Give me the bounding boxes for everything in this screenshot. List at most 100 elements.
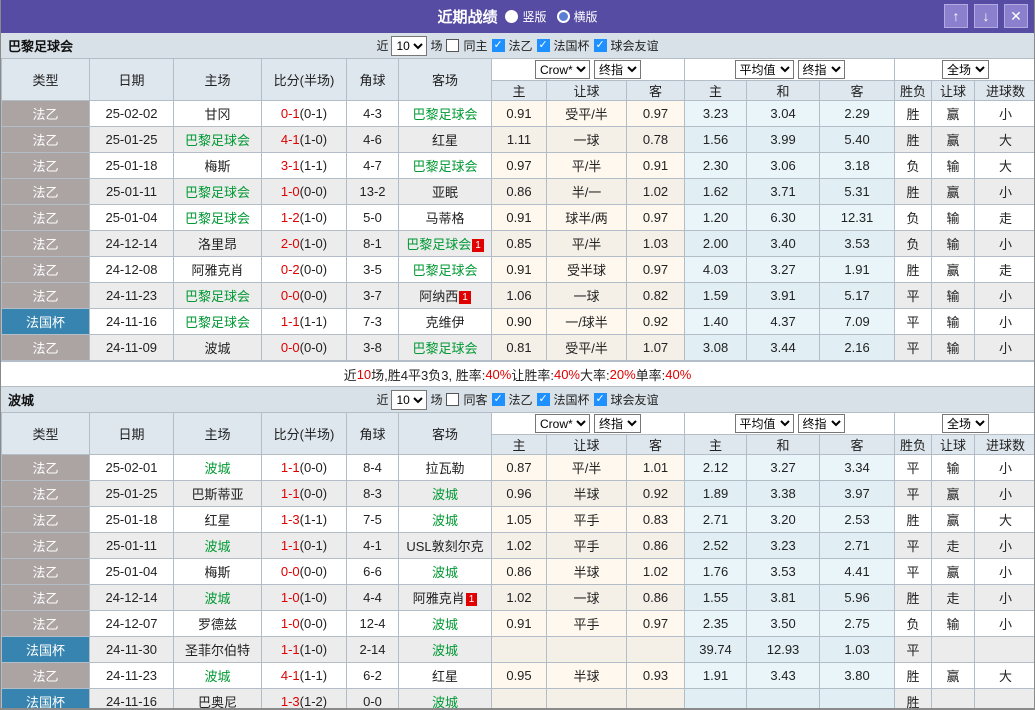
cell-handicap-odds	[547, 689, 627, 710]
odds-source-select[interactable]: Crow*	[535, 60, 590, 79]
cell-result: 大	[975, 153, 1035, 179]
cell-score: 1-0(0-0)	[262, 611, 347, 637]
cell-handicap-odds: 0.91	[492, 205, 547, 231]
cell-away-team: 波城	[399, 611, 492, 637]
match-row: 法国杯24-11-30圣菲尔伯特1-1(1-0)2-14波城39.7412.93…	[2, 637, 1035, 663]
match-row: 法乙25-01-18梅斯3-1(1-1)4-7巴黎足球会0.97平/半0.912…	[2, 153, 1035, 179]
cell-result	[975, 637, 1035, 663]
recent-count-select[interactable]: 10	[391, 36, 427, 56]
sub-column-header: 进球数	[975, 435, 1035, 455]
close-button[interactable]: ✕	[1004, 4, 1028, 28]
league-球会友谊-checkbox-checked[interactable]	[594, 39, 607, 52]
avg-source-select[interactable]: 平均值	[735, 60, 794, 79]
red-card-badge: 1	[466, 593, 478, 606]
sub-column-header: 胜负	[895, 81, 932, 101]
team-name: 波城	[8, 390, 34, 409]
cell-average-odds: 2.35	[685, 611, 747, 637]
league-filter-label: 法乙	[509, 37, 533, 54]
cell-handicap-odds: 0.86	[492, 179, 547, 205]
cell-home-team: 巴黎足球会	[174, 309, 262, 335]
summary-segment: 40%	[554, 367, 580, 382]
cell-handicap-odds: 0.91	[492, 611, 547, 637]
summary-segment: 近	[344, 365, 357, 384]
cell-score: 1-0(1-0)	[262, 585, 347, 611]
cell-away-team: USL敦刻尔克	[399, 533, 492, 559]
league-球会友谊-checkbox-checked[interactable]	[594, 393, 607, 406]
cell-competition: 法国杯	[2, 689, 90, 710]
sub-column-header: 客	[820, 81, 895, 101]
odds-dropdowns-cell: Crow*终指	[492, 59, 685, 81]
cell-average-odds: 2.29	[820, 101, 895, 127]
odds-source-select[interactable]: 终指	[594, 414, 641, 433]
cell-corners: 4-1	[347, 533, 399, 559]
avg-source-select[interactable]: 平均值	[735, 414, 794, 433]
cell-score: 1-2(1-0)	[262, 205, 347, 231]
radio-unselected-icon[interactable]	[557, 10, 570, 23]
cell-average-odds: 2.16	[820, 335, 895, 361]
odds-source-select[interactable]: 终指	[594, 60, 641, 79]
cell-handicap-odds: 受半球	[547, 257, 627, 283]
cell-date: 25-01-18	[90, 507, 174, 533]
cell-result: 胜	[895, 127, 932, 153]
cell-average-odds: 4.03	[685, 257, 747, 283]
cell-average-odds: 3.06	[747, 153, 820, 179]
same-venue-checkbox[interactable]	[446, 39, 459, 52]
cell-away-team: 波城	[399, 689, 492, 710]
cell-home-team: 圣菲尔伯特	[174, 637, 262, 663]
match-row: 法乙24-11-23波城4-1(1-1)6-2红星0.95半球0.931.913…	[2, 663, 1035, 689]
filter-near-label: 近	[376, 37, 388, 54]
league-filter-label: 球会友谊	[611, 391, 659, 408]
sub-column-header: 客	[627, 435, 685, 455]
cell-average-odds: 6.30	[747, 205, 820, 231]
league-法国杯-checkbox-checked[interactable]	[537, 393, 550, 406]
match-row: 法乙24-12-14洛里昂2-0(1-0)8-1巴黎足球会10.85平/半1.0…	[2, 231, 1035, 257]
league-法乙-checkbox-checked[interactable]	[492, 39, 505, 52]
horizontal-layout-radio[interactable]: 横版	[557, 8, 598, 25]
vertical-layout-radio[interactable]: 竖版	[505, 8, 546, 25]
scope-select[interactable]: 全场	[942, 414, 989, 433]
cell-average-odds: 3.43	[747, 663, 820, 689]
move-up-button[interactable]: ↑	[944, 4, 968, 28]
cell-result: 平	[895, 481, 932, 507]
cell-average-odds: 5.31	[820, 179, 895, 205]
avg-source-select[interactable]: 终指	[798, 414, 845, 433]
cell-average-odds	[685, 689, 747, 710]
league-法国杯-checkbox-checked[interactable]	[537, 39, 550, 52]
summary-segment: 20%	[610, 367, 636, 382]
cell-result: 大	[975, 127, 1035, 153]
titlebar-buttons: ↑ ↓ ✕	[944, 4, 1028, 28]
league-filter-label: 球会友谊	[611, 37, 659, 54]
cell-away-team: 巴黎足球会	[399, 257, 492, 283]
cell-home-team: 波城	[174, 585, 262, 611]
league-法乙-checkbox-checked[interactable]	[492, 393, 505, 406]
cell-result: 大	[975, 507, 1035, 533]
cell-average-odds: 3.08	[685, 335, 747, 361]
avg-source-select[interactable]: 终指	[798, 60, 845, 79]
cell-corners: 3-8	[347, 335, 399, 361]
odds-source-select[interactable]: Crow*	[535, 414, 590, 433]
cell-away-team: 亚眠	[399, 179, 492, 205]
cell-date: 24-11-23	[90, 283, 174, 309]
match-row: 法乙25-01-25巴斯蒂亚1-1(0-0)8-3波城0.96半球0.921.8…	[2, 481, 1035, 507]
cell-handicap-odds: 平手	[547, 533, 627, 559]
cell-away-team: 巴黎足球会	[399, 101, 492, 127]
same-venue-checkbox[interactable]	[446, 393, 459, 406]
radio-selected-icon[interactable]	[505, 10, 518, 23]
column-header: 日期	[90, 413, 174, 455]
cell-average-odds: 1.62	[685, 179, 747, 205]
summary-segment: 10	[357, 367, 371, 382]
cell-corners: 8-1	[347, 231, 399, 257]
cell-home-team: 波城	[174, 455, 262, 481]
results-table: 类型日期主场比分(半场)角球客场Crow*终指平均值终指全场主让球客主和客胜负让…	[1, 412, 1035, 710]
cell-result: 赢	[932, 663, 975, 689]
cell-date: 24-11-16	[90, 309, 174, 335]
recent-count-select[interactable]: 10	[391, 390, 427, 410]
cell-home-team: 梅斯	[174, 559, 262, 585]
move-down-button[interactable]: ↓	[974, 4, 998, 28]
cell-average-odds: 2.30	[685, 153, 747, 179]
cell-corners: 4-3	[347, 101, 399, 127]
scope-select[interactable]: 全场	[942, 60, 989, 79]
cell-handicap-odds: 0.95	[492, 663, 547, 689]
cell-handicap-odds: 0.90	[492, 309, 547, 335]
cell-away-team: 巴黎足球会	[399, 153, 492, 179]
